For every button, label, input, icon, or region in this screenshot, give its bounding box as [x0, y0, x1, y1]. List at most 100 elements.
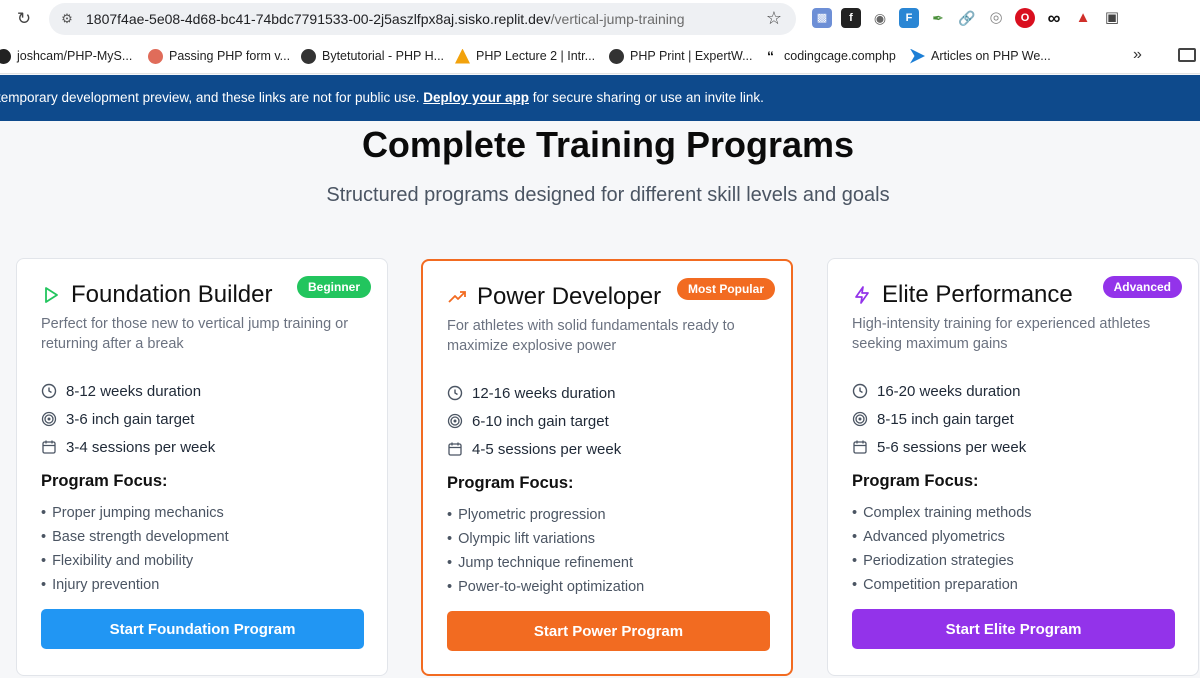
focus-item: Power-to-weight optimization: [447, 575, 644, 599]
card-description: For athletes with solid fundamentals rea…: [447, 318, 735, 354]
focus-heading: Program Focus:: [41, 472, 168, 490]
pdf-icon[interactable]: ▲: [1073, 8, 1093, 28]
focus-heading: Program Focus:: [447, 474, 574, 492]
focus-item: Plyometric progression: [447, 503, 644, 527]
target-icon: [447, 413, 463, 429]
focus-item: Olympic lift variations: [447, 527, 644, 551]
card-header: Power Developer: [447, 283, 661, 311]
focus-heading: Program Focus:: [852, 472, 979, 490]
focus-list: Plyometric progression Olympic lift vari…: [447, 503, 644, 599]
program-stats: 8-12 weeks duration 3-6 inch gain target…: [41, 377, 215, 461]
feather-icon[interactable]: ✒: [928, 8, 948, 28]
puzzle-icon[interactable]: ▣: [1102, 8, 1122, 28]
focus-item: Complex training methods: [852, 501, 1031, 525]
bookmark-star-icon[interactable]: ☆: [766, 8, 782, 29]
program-stats: 12-16 weeks duration 6-10 inch gain targ…: [447, 379, 621, 463]
drive-icon: [455, 48, 470, 64]
card-header: Foundation Builder: [41, 281, 272, 309]
globe-icon: [609, 48, 624, 64]
focus-item: Flexibility and mobility: [41, 549, 229, 573]
stat-label: 8-12 weeks duration: [66, 382, 202, 400]
page-subtitle: Structured programs designed for differe…: [326, 184, 890, 206]
bookmark-item[interactable]: joshcam/PHP-MyS...: [0, 47, 132, 65]
extension-icon[interactable]: ▩: [812, 8, 832, 28]
bookmark-label: joshcam/PHP-MyS...: [17, 49, 133, 63]
program-stats: 16-20 weeks duration 8-15 inch gain targ…: [852, 377, 1026, 461]
link-icon[interactable]: 🔗: [957, 8, 977, 28]
stat-label: 12-16 weeks duration: [472, 384, 616, 402]
bookmark-label: Bytetutorial - PHP H...: [322, 49, 445, 63]
site-info-icon[interactable]: ⚙: [58, 10, 76, 28]
url-text[interactable]: 1807f4ae-5e08-4d68-bc41-74bdc7791533-00-…: [86, 11, 684, 27]
banner-text-after: for secure sharing or use an invite link…: [532, 90, 764, 105]
level-badge: Advanced: [1102, 276, 1182, 298]
bookmark-item[interactable]: Passing PHP form v...: [148, 47, 290, 65]
extension-icon[interactable]: f: [841, 8, 861, 28]
stat-sessions: 5-6 sessions per week: [852, 433, 1026, 461]
infinity-icon[interactable]: ∞: [1044, 8, 1064, 28]
focus-item: Advanced plyometrics: [852, 525, 1032, 549]
focus-item: Jump technique refinement: [447, 551, 644, 575]
stat-sessions: 4-5 sessions per week: [447, 435, 621, 463]
stat-label: 6-10 inch gain target: [472, 412, 609, 430]
program-card-elite: Advanced Elite Performance High-intensit…: [827, 258, 1199, 676]
camera-icon[interactable]: ◉: [870, 8, 890, 28]
program-card-power: Most Popular Power Developer For athlete…: [421, 259, 793, 676]
address-bar[interactable]: ⚙ 1807f4ae-5e08-4d68-bc41-74bdc7791533-0…: [49, 3, 796, 35]
card-title: Elite Performance: [882, 281, 1073, 308]
trending-up-icon: [448, 291, 466, 303]
github-icon: [0, 48, 11, 64]
reload-icon[interactable]: ↻: [13, 8, 35, 30]
stat-label: 3-4 sessions per week: [66, 438, 216, 456]
program-card-foundation: Beginner Foundation Builder Perfect for …: [16, 258, 388, 676]
stat-label: 16-20 weeks duration: [877, 382, 1021, 400]
target-icon: [852, 411, 868, 427]
start-elite-button[interactable]: Start Elite Program: [852, 609, 1175, 649]
bookmark-item[interactable]: PHP Lecture 2 | Intr...: [455, 47, 595, 65]
level-badge: Beginner: [296, 276, 371, 298]
focus-list: Proper jumping mechanics Base strength d…: [41, 501, 229, 597]
clock-icon: [41, 383, 57, 399]
play-icon: [45, 287, 58, 303]
stat-label: 3-6 inch gain target: [66, 410, 195, 428]
bookmark-item[interactable]: PHP Print | ExpertW...: [609, 47, 753, 65]
deploy-link[interactable]: Deploy your app: [423, 90, 529, 105]
card-description: Perfect for those new to vertical jump t…: [41, 316, 349, 352]
start-power-button[interactable]: Start Power Program: [447, 611, 770, 651]
stat-duration: 8-12 weeks duration: [41, 377, 215, 405]
card-title: Foundation Builder: [71, 281, 273, 308]
bookmark-item[interactable]: Bytetutorial - PHP H...: [301, 47, 444, 65]
clock-icon: [852, 383, 868, 399]
globe-icon[interactable]: ◎: [986, 8, 1006, 28]
url-path: /vertical-jump-training: [550, 11, 685, 27]
more-bookmarks-icon[interactable]: »: [1133, 46, 1142, 64]
preview-banner: temporary development preview, and these…: [0, 75, 1200, 121]
bookmark-item[interactable]: Articles on PHP We...: [910, 47, 1051, 65]
bookmarks-bar: joshcam/PHP-MyS... Passing PHP form v...…: [0, 38, 1200, 74]
lightning-icon: [855, 286, 869, 304]
extension-icon[interactable]: F: [899, 8, 919, 28]
folder-icon[interactable]: [1178, 48, 1196, 62]
card-title: Power Developer: [477, 283, 662, 310]
focus-item: Injury prevention: [41, 573, 229, 597]
stat-duration: 16-20 weeks duration: [852, 377, 1026, 405]
stat-label: 8-15 inch gain target: [877, 410, 1014, 428]
opera-icon[interactable]: O: [1015, 8, 1035, 28]
banner-text: temporary development preview, and these…: [0, 90, 420, 105]
browser-toolbar: ↻ ⚙ 1807f4ae-5e08-4d68-bc41-74bdc7791533…: [0, 0, 1200, 38]
stat-gain: 6-10 inch gain target: [447, 407, 621, 435]
bookmark-label: PHP Lecture 2 | Intr...: [476, 49, 596, 63]
popular-badge: Most Popular: [676, 278, 775, 300]
calendar-icon: [42, 440, 56, 454]
bookmark-label: codingcage.comphp: [784, 49, 896, 63]
focus-list: Complex training methods Advanced plyome…: [852, 501, 1032, 597]
chevron-site-icon: [910, 48, 925, 64]
card-header: Elite Performance: [852, 281, 1073, 309]
stat-gain: 3-6 inch gain target: [41, 405, 215, 433]
bookmark-item[interactable]: “ codingcage.comphp: [763, 47, 896, 65]
stat-duration: 12-16 weeks duration: [447, 379, 621, 407]
start-foundation-button[interactable]: Start Foundation Program: [41, 609, 364, 649]
globe-icon: [301, 48, 316, 64]
focus-item: Periodization strategies: [852, 549, 1032, 573]
page-title: Complete Training Programs: [361, 124, 855, 165]
